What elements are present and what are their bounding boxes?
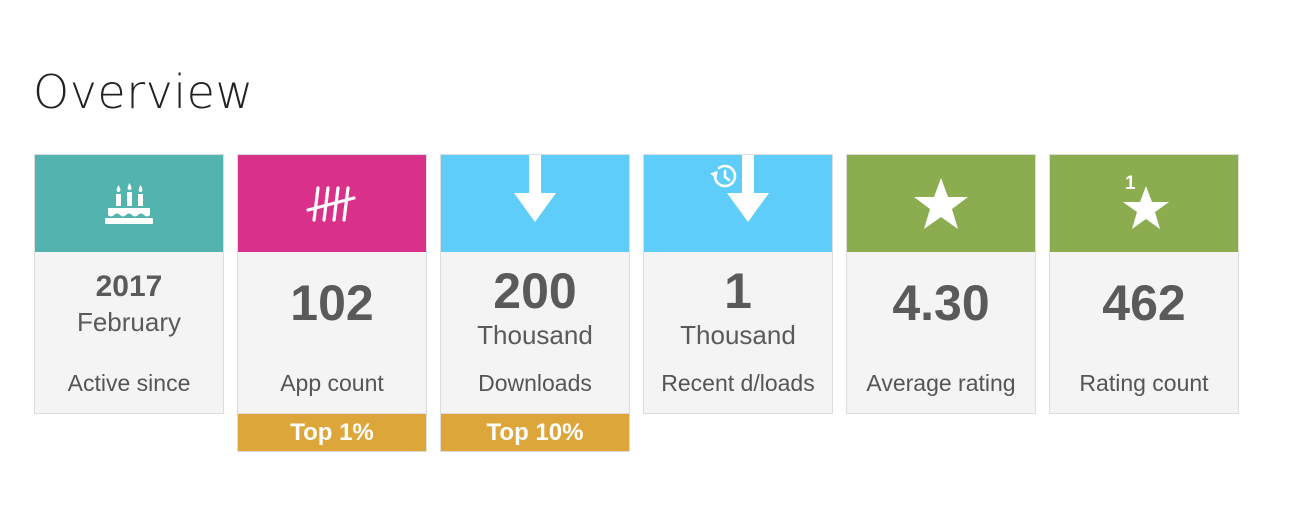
star-icon xyxy=(914,177,968,229)
card-app-count: 102 App count Top 1% xyxy=(237,154,427,452)
average-rating-value: 4.30 xyxy=(892,275,990,331)
recent-downloads-value: 1 xyxy=(724,263,752,319)
card-body: 2017 February Active since xyxy=(35,252,223,413)
card-body: 462 Rating count xyxy=(1050,252,1238,413)
card-body: 200 Thousand Downloads xyxy=(441,252,629,413)
svg-text:1: 1 xyxy=(1125,173,1136,194)
card-header xyxy=(238,155,426,252)
card-body: 102 App count xyxy=(238,252,426,413)
card-header: 1 xyxy=(1050,155,1238,252)
recent-download-icon xyxy=(710,155,769,222)
card-header xyxy=(441,155,629,252)
app-count-value: 102 xyxy=(290,275,374,331)
page-title: Overview xyxy=(33,65,254,119)
tally-marks-icon xyxy=(306,185,356,222)
card-header xyxy=(644,155,832,252)
rating-count-value: 462 xyxy=(1102,275,1186,331)
card-label: Downloads xyxy=(478,370,592,396)
card-recent-downloads: 1 Thousand Recent d/loads xyxy=(643,154,833,452)
card-label: App count xyxy=(280,370,384,396)
card-label: Active since xyxy=(67,370,191,396)
card-header xyxy=(35,155,223,252)
overview-page: Overview 2017 February Active since 102 … xyxy=(0,0,1316,526)
card-active-since: 2017 February Active since xyxy=(34,154,224,452)
card-rating-count: 1 462 Rating count xyxy=(1049,154,1239,452)
stat-card: 200 Thousand Downloads xyxy=(440,154,630,414)
card-label: Average rating xyxy=(866,370,1016,396)
rank-badge: Top 1% xyxy=(237,413,427,452)
stat-card: 1 Thousand Recent d/loads xyxy=(643,154,833,414)
downloads-value: 200 xyxy=(493,263,577,319)
card-label: Rating count xyxy=(1079,370,1209,396)
card-average-rating: 4.30 Average rating xyxy=(846,154,1036,452)
active-since-year: 2017 xyxy=(95,270,163,303)
birthday-cake-icon xyxy=(105,182,153,224)
active-since-month: February xyxy=(76,307,182,337)
rank-badge: Top 10% xyxy=(440,413,630,452)
card-downloads: 200 Thousand Downloads Top 10% xyxy=(440,154,630,452)
star-count-icon: 1 xyxy=(1123,173,1169,229)
recent-downloads-unit: Thousand xyxy=(680,320,796,350)
card-body: 4.30 Average rating xyxy=(847,252,1035,413)
card-label: Recent d/loads xyxy=(661,370,815,396)
stats-cards: 2017 February Active since 102 App count… xyxy=(34,154,1239,452)
card-body: 1 Thousand Recent d/loads xyxy=(644,252,832,413)
stat-card: 1 462 Rating count xyxy=(1049,154,1239,414)
card-header xyxy=(847,155,1035,252)
downloads-unit: Thousand xyxy=(477,320,593,350)
stat-card: 2017 February Active since xyxy=(34,154,224,414)
stat-card: 102 App count xyxy=(237,154,427,414)
download-arrow-icon xyxy=(514,155,556,222)
stat-card: 4.30 Average rating xyxy=(846,154,1036,414)
